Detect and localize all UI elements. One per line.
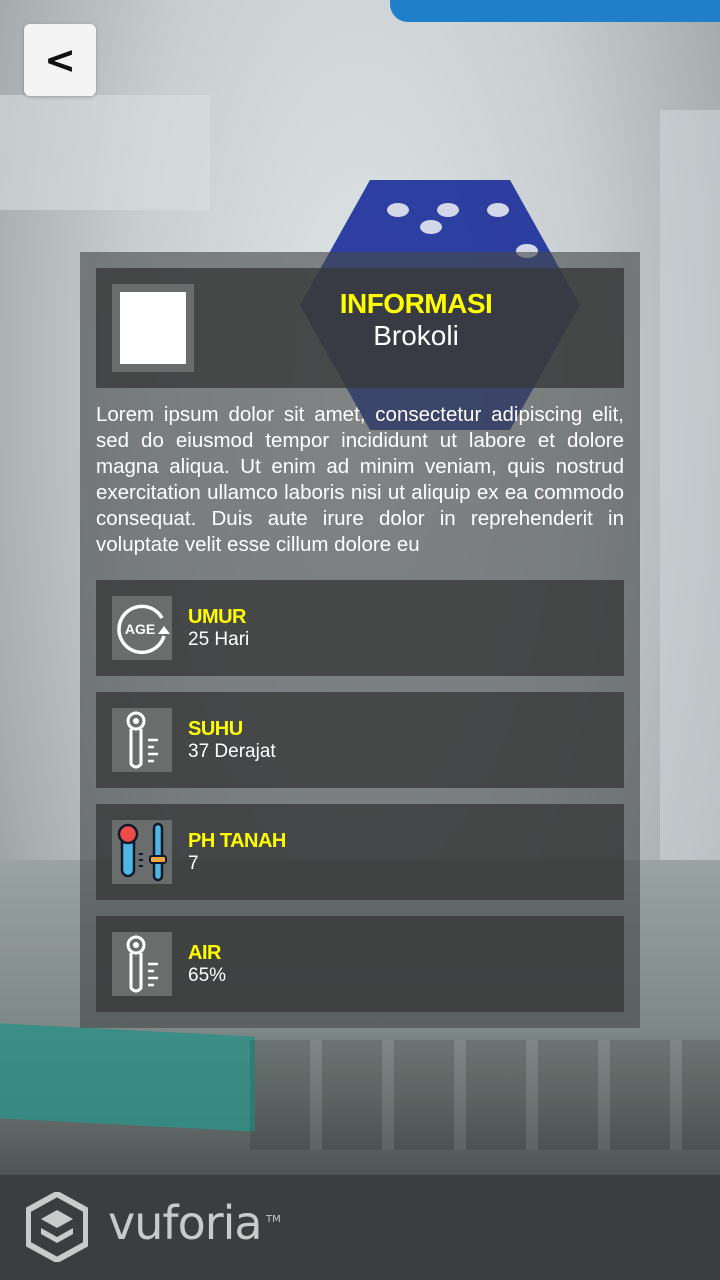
background-keys <box>250 1040 720 1150</box>
stat-row-water: AIR 65% <box>96 916 624 1012</box>
ar-marker-dot <box>487 203 509 217</box>
background-teal-region <box>0 1023 255 1132</box>
stat-label: UMUR <box>188 606 247 628</box>
stat-value: 37 Derajat <box>188 741 276 762</box>
info-panel: INFORMASI Brokoli Lorem ipsum dolor sit … <box>80 252 640 1028</box>
age-icon: AGE <box>112 596 172 660</box>
ar-marker-dot <box>437 203 459 217</box>
ar-marker-dot <box>387 203 409 217</box>
thermometer-icon <box>112 932 172 996</box>
vuforia-wordmark: vuforia <box>108 1196 263 1250</box>
stat-label: PH TANAH <box>188 830 286 852</box>
info-header: INFORMASI Brokoli <box>96 268 624 388</box>
plant-thumbnail-frame <box>112 284 194 372</box>
vuforia-trademark: TM <box>266 1214 281 1225</box>
stat-label: AIR <box>188 942 221 964</box>
stat-value: 7 <box>188 853 199 874</box>
stat-row-age: AGE UMUR 25 Hari <box>96 580 624 676</box>
stat-value: 65% <box>188 965 227 986</box>
background-screen-region <box>0 95 210 210</box>
stat-value: 25 Hari <box>188 629 250 650</box>
background-blue-bar <box>390 0 720 22</box>
stat-row-ph: PH TANAH 7 <box>96 804 624 900</box>
plant-thumbnail-image <box>120 292 186 364</box>
info-title: INFORMASI <box>339 288 493 319</box>
plant-description: Lorem ipsum dolor sit amet, consectetur … <box>96 403 624 556</box>
stat-label: SUHU <box>188 718 243 740</box>
plant-name: Brokoli <box>373 320 459 351</box>
thermometer-icon <box>112 708 172 772</box>
ar-marker-dot <box>420 220 442 234</box>
vuforia-logo-icon <box>25 1190 89 1264</box>
back-button-label: < <box>44 38 76 82</box>
ph-meter-icon <box>112 820 172 884</box>
stat-row-temperature: SUHU 37 Derajat <box>96 692 624 788</box>
age-icon-text: AGE <box>125 621 155 637</box>
back-button[interactable]: < <box>24 24 96 96</box>
